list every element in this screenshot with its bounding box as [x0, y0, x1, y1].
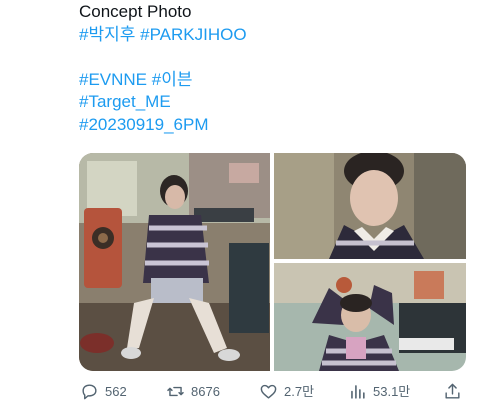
tweet-line-title: Concept Photo: [79, 2, 192, 21]
reply-button[interactable]: 562: [80, 378, 127, 404]
photo-3[interactable]: [274, 263, 466, 371]
tweet-actions: 562 8676 2.7만 53.1만: [79, 378, 469, 404]
share-button[interactable]: [443, 378, 468, 404]
view-count: 53.1만: [373, 383, 411, 399]
tweet-line-hashtags-3: #Target_ME: [79, 91, 469, 114]
share-icon: [445, 383, 460, 399]
views-button[interactable]: 53.1만: [348, 378, 410, 404]
reply-icon: [82, 383, 97, 399]
hashtag-link[interactable]: #Target_ME: [79, 92, 171, 111]
like-count: 2.7만: [284, 383, 315, 399]
retweet-count: 8676: [191, 383, 220, 399]
reply-count: 562: [105, 383, 127, 399]
like-button[interactable]: 2.7만: [259, 378, 314, 404]
photo-1-image: [79, 153, 270, 371]
hashtag-link[interactable]: #EVNNE: [79, 70, 147, 89]
photo-2[interactable]: [274, 153, 466, 259]
hashtag-link[interactable]: #PARKJIHOO: [140, 25, 246, 44]
views-icon: [351, 384, 365, 399]
retweet-icon: [167, 386, 184, 396]
hashtag-link[interactable]: #박지후: [79, 25, 135, 44]
photo-3-image: [274, 263, 466, 371]
photo-1[interactable]: [79, 153, 270, 371]
hashtag-link[interactable]: #이븐: [152, 70, 193, 89]
tweet-text: Concept Photo #박지후 #PARKJIHOO #EVNNE #이븐…: [79, 1, 469, 136]
tweet-line-hashtags-2: #EVNNE #이븐: [79, 69, 469, 92]
like-icon: [260, 384, 277, 399]
photo-2-image: [274, 153, 466, 259]
retweet-button[interactable]: 8676: [166, 378, 220, 404]
media-grid: [79, 153, 466, 371]
tweet-line-hashtags-1: #박지후 #PARKJIHOO: [79, 24, 469, 47]
hashtag-link[interactable]: #20230919_6PM: [79, 115, 209, 134]
tweet-line-hashtags-4: #20230919_6PM: [79, 114, 469, 137]
